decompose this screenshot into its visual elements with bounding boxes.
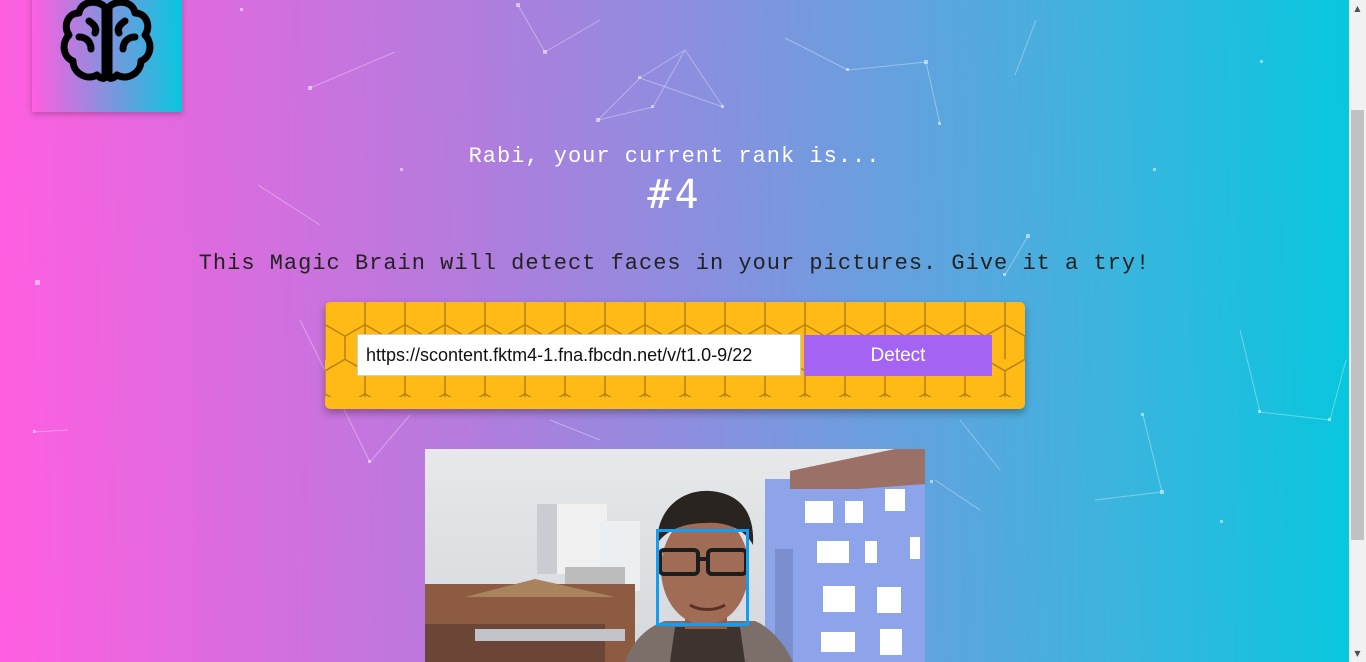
scroll-up-arrow-icon[interactable]: ▲: [1349, 0, 1366, 17]
scrollbar-thumb[interactable]: [1351, 110, 1364, 540]
vertical-scrollbar[interactable]: ▲ ▼: [1349, 0, 1366, 662]
detect-button[interactable]: Detect: [804, 335, 992, 376]
image-url-input[interactable]: https://scontent.fktm4-1.fna.fbcdn.net/v…: [357, 334, 801, 376]
tagline: This Magic Brain will detect faces in yo…: [198, 251, 1151, 276]
face-detection-image: [425, 449, 925, 662]
scroll-down-arrow-icon[interactable]: ▼: [1349, 645, 1366, 662]
app-logo[interactable]: [32, 0, 182, 112]
brain-icon: [60, 0, 154, 82]
rank-value: #4: [647, 172, 702, 218]
rank-message: Rabi, your current rank is...: [468, 144, 881, 169]
image-url-form: https://scontent.fktm4-1.fna.fbcdn.net/v…: [325, 302, 1025, 409]
face-bounding-box: [656, 529, 749, 626]
